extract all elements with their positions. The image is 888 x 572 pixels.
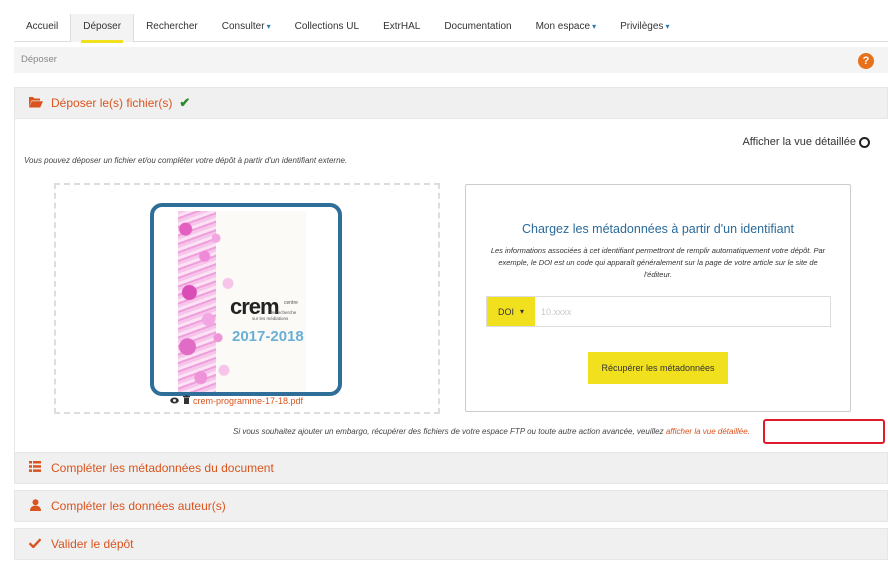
- nav-label: ExtrHAL: [383, 20, 421, 32]
- identifier-type-label: DOI: [497, 306, 514, 317]
- section-deposer-fichiers[interactable]: Déposer le(s) fichier(s) ✔: [14, 87, 888, 119]
- nav-item-documentation[interactable]: Documentation: [432, 14, 523, 42]
- identifier-type-dropdown[interactable]: DOI ▾: [487, 297, 535, 326]
- file-thumbnail[interactable]: crem centre de recherche sur les médiati…: [150, 203, 342, 396]
- eye-icon[interactable]: [170, 396, 179, 406]
- check-icon: [25, 537, 45, 551]
- nav-label: Collections UL: [294, 20, 360, 32]
- nav-item-privileges[interactable]: Privilèges ▾: [608, 14, 681, 42]
- detailed-view-toggle[interactable]: Afficher la vue détaillée: [742, 136, 870, 148]
- nav-label: Rechercher: [146, 20, 198, 32]
- detailed-view-label: Afficher la vue détaillée: [742, 136, 856, 148]
- file-entry: crem-programme-17-18.pdf: [170, 395, 303, 406]
- highlight-annotation: [763, 419, 885, 444]
- breadcrumb: Déposer: [14, 47, 888, 73]
- nav-item-consulter[interactable]: Consulter ▾: [210, 14, 283, 42]
- help-icon[interactable]: ?: [858, 53, 874, 69]
- identifier-input[interactable]: [535, 297, 830, 326]
- cover-subtitle: centre: [284, 300, 298, 306]
- nav-item-rechercher[interactable]: Rechercher: [134, 14, 210, 42]
- cover-artwork: [178, 211, 216, 392]
- section-valider[interactable]: Valider le dépôt: [14, 528, 888, 560]
- check-icon: ✔: [179, 95, 191, 110]
- metadata-import-box: Chargez les métadonnées à partir d'un id…: [465, 184, 851, 412]
- nav-item-deposer[interactable]: Déposer: [70, 13, 135, 43]
- nav-item-mon-espace[interactable]: Mon espace ▾: [524, 14, 609, 42]
- section-title: Valider le dépôt: [51, 537, 134, 551]
- detailed-view-link[interactable]: afficher la vue détaillée.: [666, 427, 750, 436]
- advanced-options-text: Si vous souhaitez ajouter un embargo, ré…: [233, 427, 750, 436]
- nav-item-collections-ul[interactable]: Collections UL: [283, 14, 371, 42]
- section-metadonnees[interactable]: Compléter les métadonnées du document: [14, 452, 888, 484]
- top-nav: Accueil Déposer Rechercher Consulter ▾ Co…: [14, 13, 888, 43]
- caret-down-icon: ▾: [266, 21, 271, 31]
- nav-label: Documentation: [444, 20, 512, 32]
- document-cover: crem centre de recherche sur les médiati…: [178, 211, 306, 392]
- advanced-text: Si vous souhaitez ajouter un embargo, ré…: [233, 427, 664, 436]
- section-title: Compléter les métadonnées du document: [51, 461, 274, 475]
- caret-down-icon: ▾: [520, 307, 525, 316]
- user-icon: [25, 498, 45, 514]
- folder-open-icon: [25, 96, 45, 111]
- nav-label: Accueil: [26, 20, 59, 32]
- metadata-title: Chargez les métadonnées à partir d'un id…: [522, 222, 794, 236]
- nav-label: Privilèges: [620, 20, 664, 32]
- cover-subtitle: sur les médiations: [252, 316, 289, 321]
- nav-label: Consulter: [221, 20, 265, 32]
- cover-subtitle: de recherche: [270, 310, 297, 315]
- intro-text: Vous pouvez déposer un fichier et/ou com…: [24, 156, 348, 165]
- trash-icon[interactable]: [183, 395, 190, 406]
- metadata-description: Les informations associées à cet identif…: [490, 246, 826, 279]
- nav-label: Déposer: [83, 20, 122, 32]
- caret-down-icon: ▾: [592, 21, 597, 31]
- nav-item-accueil[interactable]: Accueil: [14, 14, 70, 42]
- caret-down-icon: ▾: [665, 21, 670, 31]
- breadcrumb-current: Déposer: [21, 54, 57, 65]
- cover-years: 2017-2018: [232, 328, 304, 345]
- fetch-metadata-button[interactable]: Récupérer les métadonnées: [588, 352, 728, 384]
- section-auteurs[interactable]: Compléter les données auteur(s): [14, 490, 888, 522]
- list-icon: [25, 461, 45, 475]
- section-title: Déposer le(s) fichier(s): [51, 96, 173, 110]
- nav-label: Mon espace: [535, 20, 591, 32]
- file-name-link[interactable]: crem-programme-17-18.pdf: [193, 396, 303, 406]
- identifier-input-group: DOI ▾: [486, 296, 831, 327]
- toggle-circle-icon[interactable]: [859, 136, 870, 148]
- section-title: Compléter les données auteur(s): [51, 499, 226, 513]
- nav-item-extrhal[interactable]: ExtrHAL: [371, 14, 432, 42]
